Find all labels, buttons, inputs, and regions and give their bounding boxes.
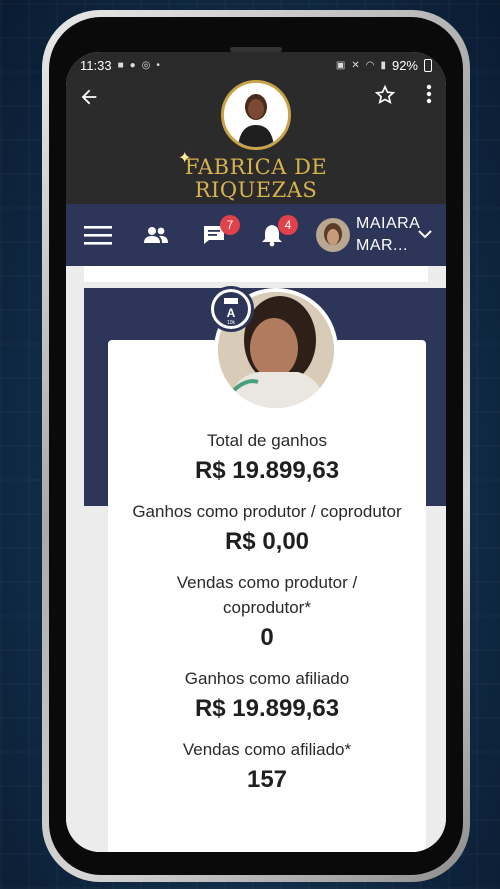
tier-sub: 10k [227,320,236,326]
dot-icon: • [156,59,160,71]
wifi-icon: ◠ [365,59,375,71]
tier-letter: A [227,306,236,320]
content-top-strip [84,266,428,282]
messages-badge: 7 [220,215,240,235]
stat-label: Ganhos como afiliado [184,669,350,688]
stats-list: Total de ganhos R$ 19.899,63 Ganhos como… [108,428,426,808]
user-name-line1: MAIARA [356,215,421,232]
users-icon [144,227,168,243]
status-time: 11:33 [80,57,112,73]
stat-value: R$ 19.899,63 [194,457,340,484]
stat-value: R$ 19.899,63 [194,695,340,722]
dashboard-content: A 10k Total de ganhos R$ 19.899,63 Ganho… [66,266,446,852]
brand-title: FABRICA DE RIQUEZAS [66,156,446,202]
mute-icon: ✕ [351,59,360,71]
stat-value: R$ 0,00 [224,528,310,555]
more-vert-icon[interactable] [426,84,432,110]
phone-screen: 11:33 ■ ● ◎ • ▣ ✕ ◠ ▮ 92% ✦ FABRICA DE R… [66,52,446,852]
battery-level: 92% [391,57,418,73]
brand-title-line1: FABRICA DE [184,155,328,179]
stat-label: Total de ganhos [206,431,328,450]
signal-icon: ▮ [380,59,386,71]
b-icon: ◎ [141,59,151,71]
nav-bar: 7 4 MAIARA MAR... [66,204,446,266]
users-button[interactable] [136,215,176,255]
chevron-down-icon[interactable] [418,226,432,244]
user-avatar[interactable] [316,218,350,252]
stat-value: 0 [260,624,274,651]
battery-icon [424,58,432,72]
image-icon: ▣ [335,59,346,71]
messages-button[interactable]: 7 [194,215,240,255]
stat-producer-earnings: Ganhos como produtor / coprodutor R$ 0,0… [108,499,426,556]
brand-avatar-logo [221,80,291,150]
stat-value: 157 [246,766,288,793]
stat-label: Ganhos como produtor / coprodutor [132,502,402,521]
menu-button[interactable] [78,215,118,255]
stat-label: Vendas como afiliado* [182,740,352,759]
stat-affiliate-earnings: Ganhos como afiliado R$ 19.899,63 [108,666,426,723]
star-icon[interactable] [374,84,396,112]
video-icon: ■ [117,59,124,71]
stat-total: Total de ganhos R$ 19.899,63 [108,428,426,485]
stat-producer-sales: Vendas como produtor / coprodutor* 0 [108,570,426,652]
user-name-line2: MAR... [356,237,408,254]
stat-affiliate-sales: Vendas como afiliado* 157 [108,737,426,794]
app-bar: ✦ FABRICA DE RIQUEZAS [66,78,446,204]
notifications-badge: 4 [278,215,298,235]
bubble-icon: ● [129,59,136,71]
notifications-button[interactable]: 4 [252,215,298,255]
status-bar: 11:33 ■ ● ◎ • ▣ ✕ ◠ ▮ 92% [66,52,446,78]
tier-badge: A 10k [208,286,254,332]
hamburger-icon [84,226,112,245]
brand-title-line2: RIQUEZAS [194,178,318,202]
back-arrow-icon[interactable] [78,86,100,114]
user-name[interactable]: MAIARA MAR... [356,213,420,257]
stat-label: Vendas como produtor / coprodutor* [176,573,358,617]
